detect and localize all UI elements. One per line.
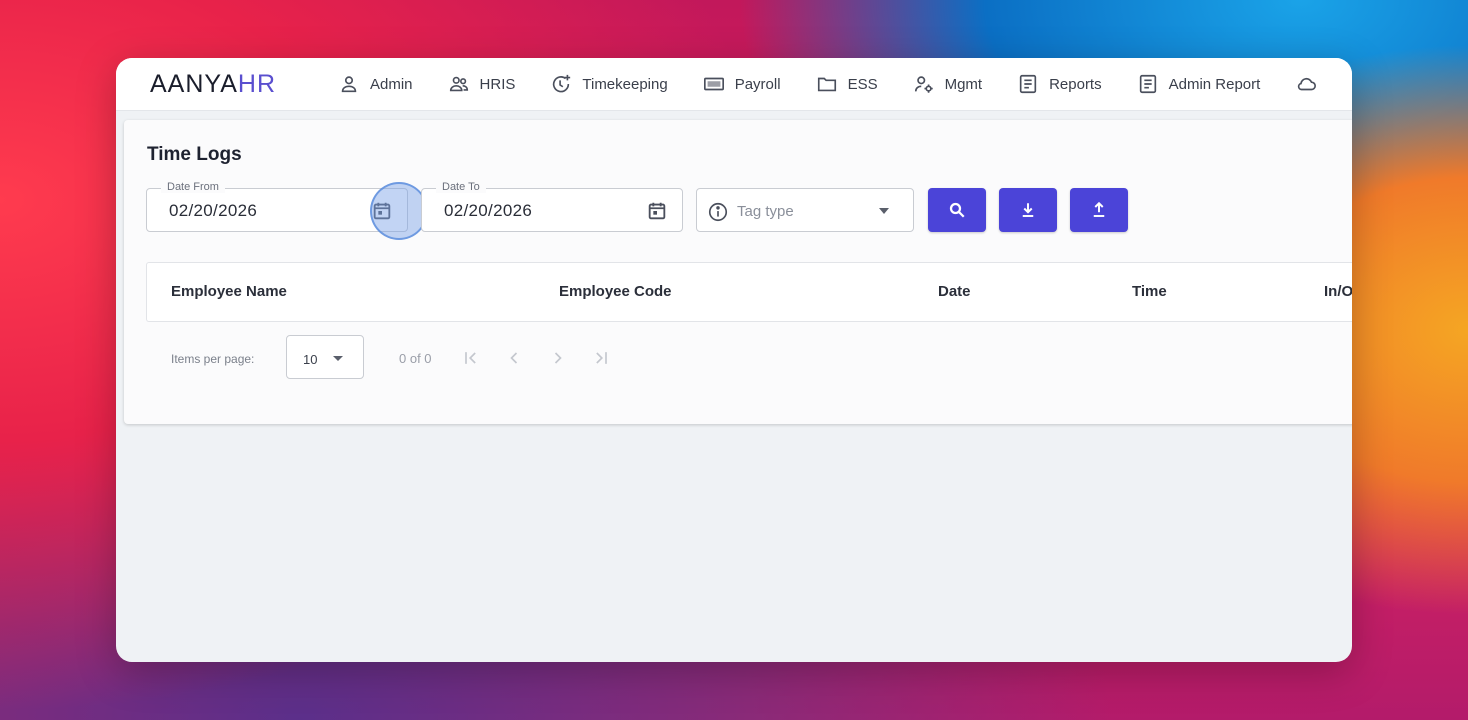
upload-button[interactable] bbox=[1070, 188, 1128, 232]
person-icon bbox=[341, 76, 357, 93]
page-size-value: 10 bbox=[303, 352, 318, 367]
clock-plus-icon bbox=[553, 74, 571, 93]
click-indicator bbox=[370, 182, 428, 240]
main-nav: Admin HRIS Timekeeping Payroll ESS Mgmt bbox=[338, 58, 1317, 110]
money-icon bbox=[703, 77, 724, 91]
upload-icon bbox=[1093, 201, 1105, 217]
cloud-icon bbox=[1298, 77, 1317, 91]
date-to-field[interactable]: Date To 02/20/2026 bbox=[421, 181, 683, 232]
nav-admin[interactable]: Admin bbox=[338, 73, 413, 95]
last-page-icon[interactable] bbox=[591, 348, 611, 368]
nav-hris-label: HRIS bbox=[479, 75, 516, 93]
paginator: Items per page: 10 0 of 0 bbox=[146, 335, 746, 381]
nav-timekeeping[interactable]: Timekeeping bbox=[550, 73, 668, 95]
top-navbar: AANYA HR Admin HRIS Timekeeping Payroll E… bbox=[116, 58, 1352, 111]
search-button[interactable] bbox=[928, 188, 986, 232]
logo-text-primary: AANYA bbox=[150, 69, 238, 98]
time-logs-card: Time Logs Date From 02/20/2026 Date To 0… bbox=[124, 120, 1352, 424]
download-icon bbox=[1022, 203, 1034, 217]
folder-icon bbox=[817, 77, 836, 92]
nav-admin-report[interactable]: Admin Report bbox=[1137, 73, 1261, 95]
document-icon bbox=[1019, 74, 1037, 94]
date-to-label: Date To bbox=[436, 181, 486, 193]
logo-text-accent: HR bbox=[237, 69, 277, 98]
nav-admin-label: Admin bbox=[370, 75, 413, 93]
date-from-value[interactable]: 02/20/2026 bbox=[169, 201, 257, 221]
nav-ess[interactable]: ESS bbox=[816, 73, 878, 95]
date-to-value[interactable]: 02/20/2026 bbox=[444, 201, 532, 221]
range-label: 0 of 0 bbox=[399, 351, 432, 366]
search-icon bbox=[949, 202, 965, 218]
column-header-in-out[interactable]: In/O bbox=[1324, 283, 1352, 300]
user-gear-icon bbox=[914, 76, 933, 93]
nav-mgmt-label: Mgmt bbox=[944, 75, 983, 93]
page-size-select[interactable]: 10 bbox=[286, 335, 364, 379]
nav-reports-label: Reports bbox=[1049, 75, 1102, 93]
chevron-down-icon bbox=[879, 208, 889, 214]
time-logs-table: Employee Name Employee Code Date Time In… bbox=[146, 262, 1352, 322]
page-title: Time Logs bbox=[147, 144, 242, 165]
column-header-employee-name[interactable]: Employee Name bbox=[171, 283, 287, 300]
nav-hris[interactable]: HRIS bbox=[448, 73, 516, 95]
items-per-page-label: Items per page: bbox=[171, 352, 255, 366]
nav-more-partial[interactable] bbox=[1295, 73, 1317, 95]
chevron-down-icon bbox=[333, 356, 343, 361]
column-header-time[interactable]: Time bbox=[1132, 283, 1167, 300]
nav-admin-report-label: Admin Report bbox=[1168, 75, 1261, 93]
next-page-icon[interactable] bbox=[548, 348, 568, 368]
aanyahr-logo[interactable]: AANYA HR bbox=[150, 69, 277, 98]
nav-ess-label: ESS bbox=[847, 75, 878, 93]
date-from-label: Date From bbox=[161, 181, 225, 193]
nav-mgmt[interactable]: Mgmt bbox=[913, 73, 983, 95]
nav-timekeeping-label: Timekeeping bbox=[582, 75, 668, 93]
document-icon bbox=[1139, 74, 1156, 94]
calendar-icon[interactable] bbox=[646, 200, 668, 222]
info-icon bbox=[708, 202, 728, 222]
tag-type-placeholder: Tag type bbox=[737, 203, 794, 220]
download-button[interactable] bbox=[999, 188, 1057, 232]
column-header-date[interactable]: Date bbox=[938, 283, 971, 300]
column-header-employee-code[interactable]: Employee Code bbox=[559, 283, 672, 300]
tag-type-select[interactable]: Tag type bbox=[696, 188, 914, 232]
first-page-icon[interactable] bbox=[461, 348, 481, 368]
app-window: AANYA HR Admin HRIS Timekeeping Payroll E… bbox=[116, 58, 1352, 662]
people-icon bbox=[449, 76, 468, 92]
nav-payroll[interactable]: Payroll bbox=[703, 73, 781, 95]
nav-payroll-label: Payroll bbox=[734, 75, 781, 93]
nav-reports[interactable]: Reports bbox=[1017, 73, 1102, 95]
previous-page-icon[interactable] bbox=[504, 348, 524, 368]
date-from-field[interactable]: Date From 02/20/2026 bbox=[146, 181, 408, 232]
